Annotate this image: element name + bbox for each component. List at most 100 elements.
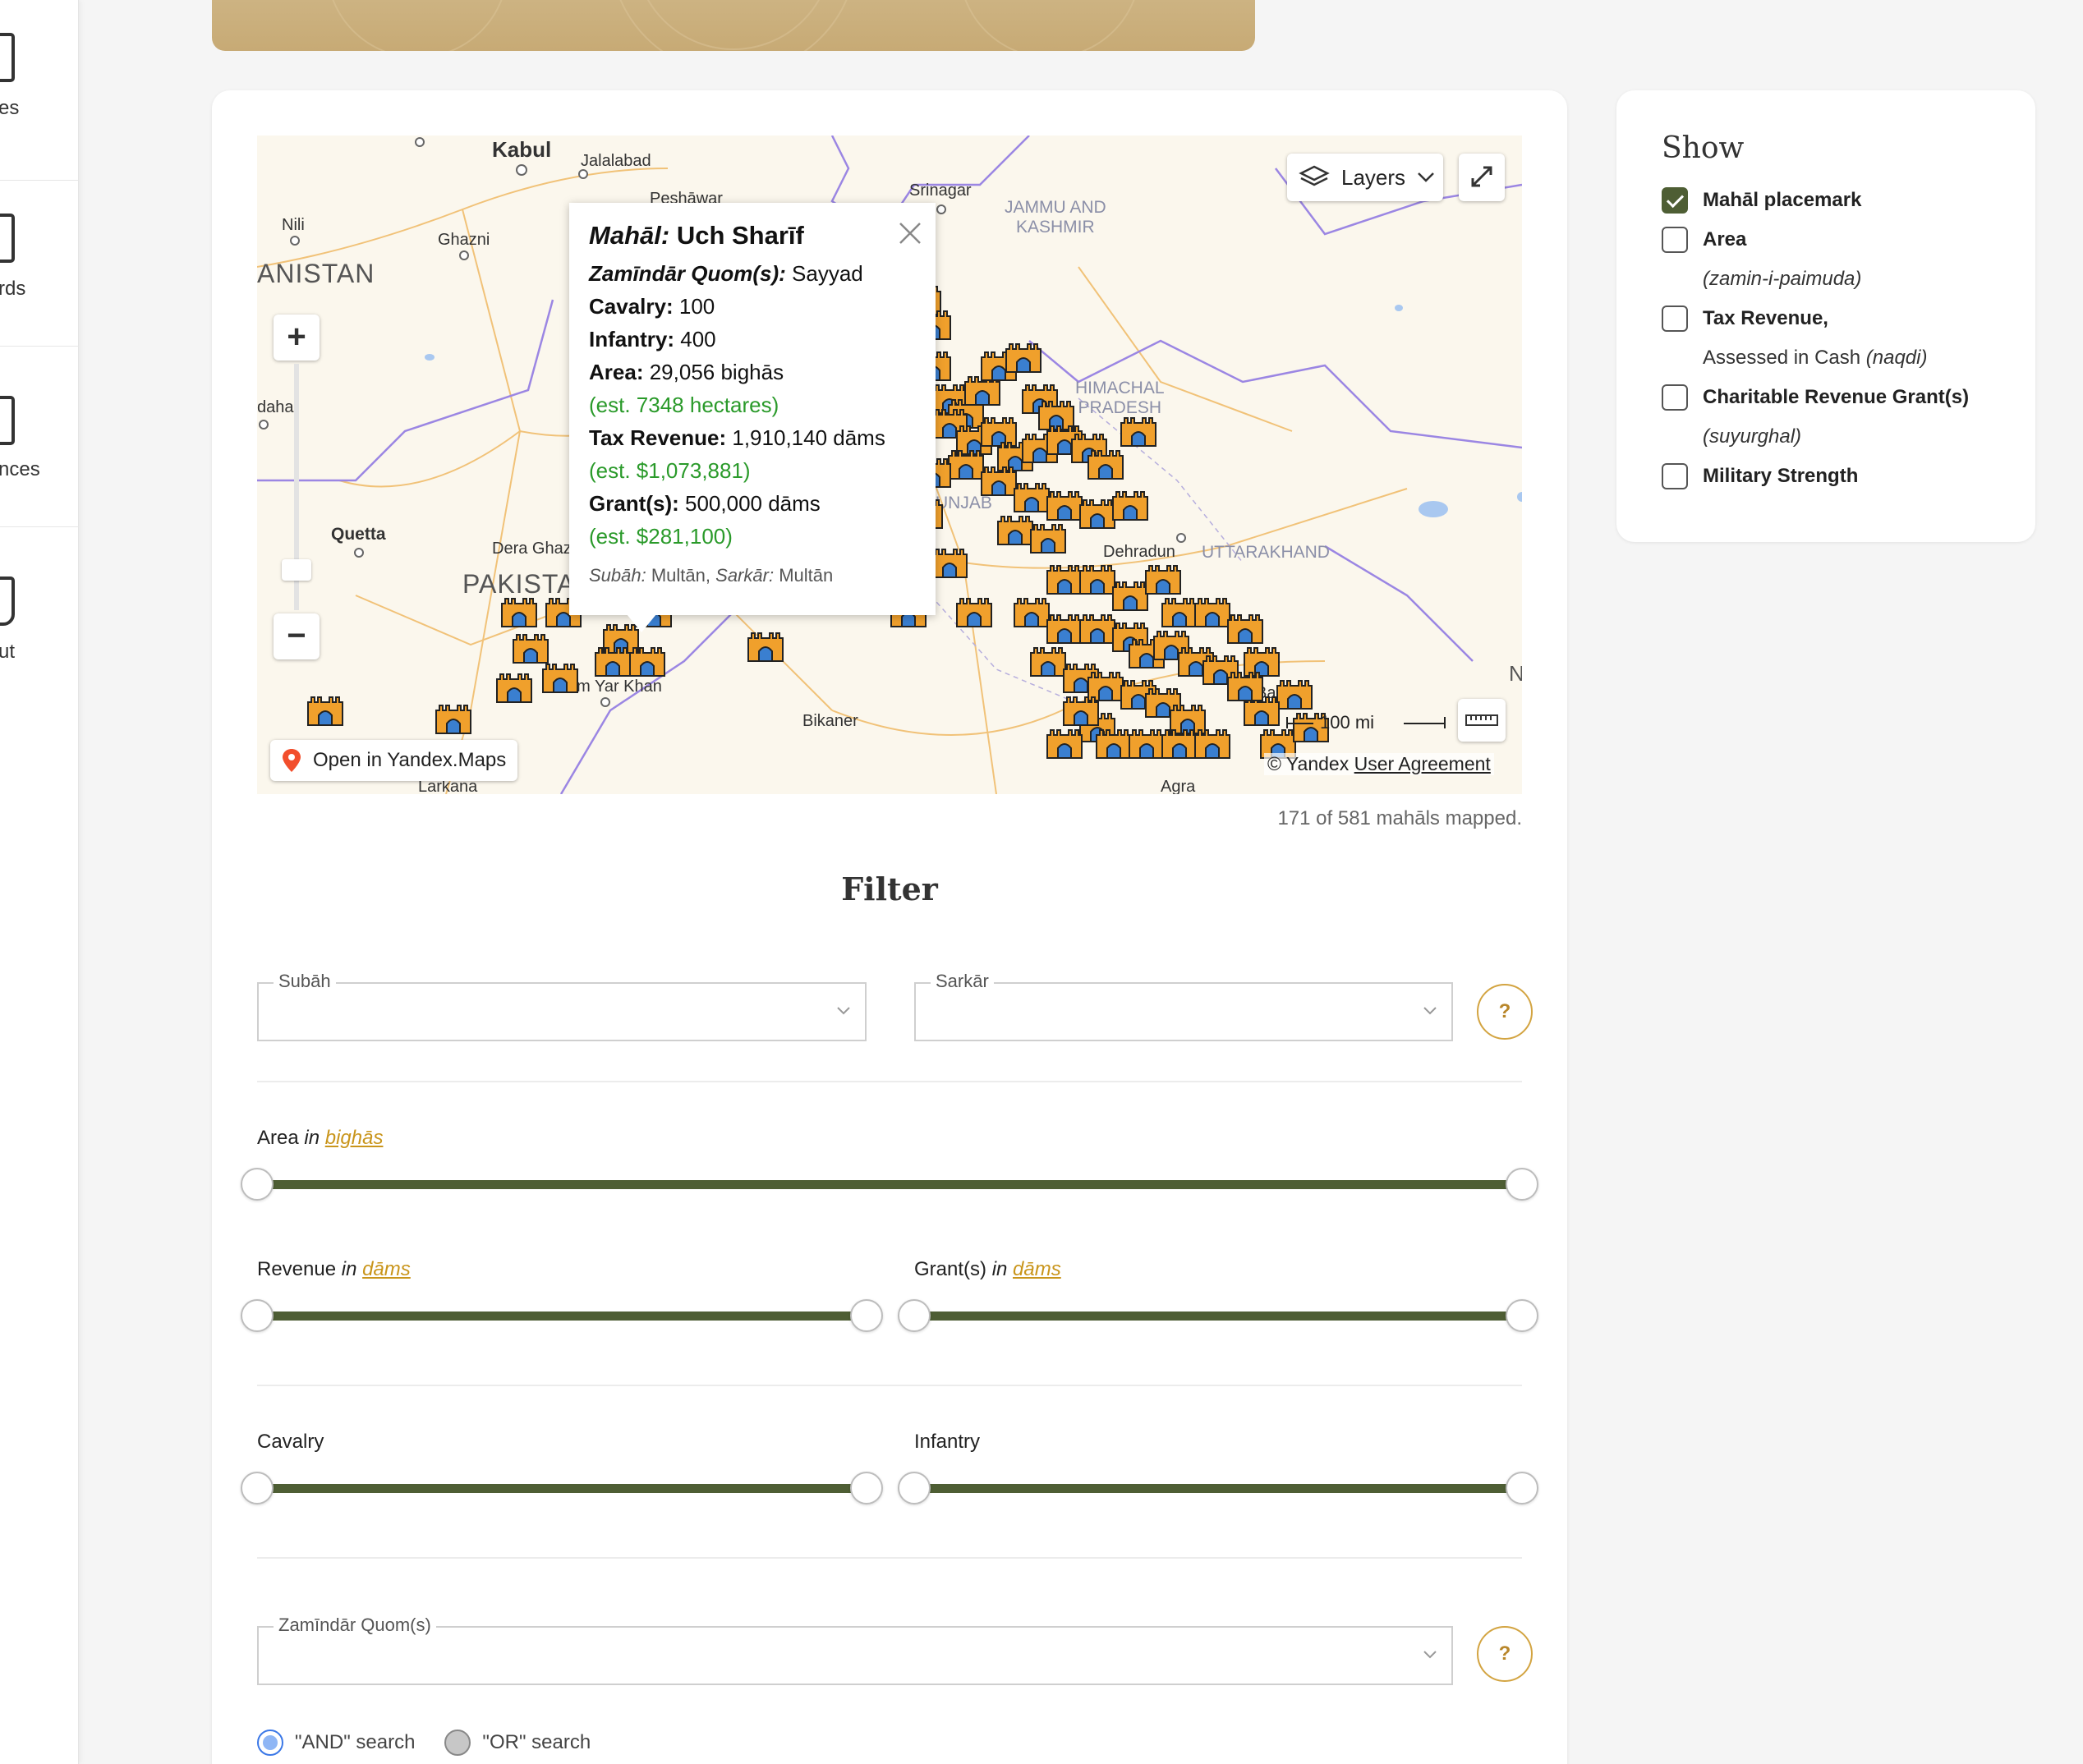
mahal-placemark[interactable] [931,546,968,579]
checkbox[interactable] [1662,305,1688,332]
bighas-link[interactable]: bighās [325,1127,384,1149]
show-tax-revenue[interactable]: Tax Revenue, [1662,305,1828,332]
mahal-placemark[interactable] [1276,678,1313,710]
mahal-placemark[interactable] [747,630,784,663]
slider-max-handle[interactable] [1506,1299,1538,1332]
ruler-button[interactable] [1458,699,1506,742]
mahal-placemark[interactable] [1226,612,1264,645]
or-search-label: "OR" search [482,1731,591,1753]
slider-max-handle[interactable] [1506,1472,1538,1504]
slider-min-handle[interactable] [898,1472,931,1504]
map[interactable]: Kabul Jalalabad Peshāwar Srinagar JAMMU … [257,136,1522,794]
slider-min-handle[interactable] [241,1168,274,1201]
book-icon [0,396,15,445]
subah-value: Multān, [651,565,711,586]
map-label-uttarakhand: UTTARAKHAND [1202,543,1330,562]
list-icon [0,214,15,263]
map-label-afghanistan: ANISTAN [257,259,375,288]
checkbox[interactable] [1662,463,1688,489]
left-nav: es rds nces ut [0,0,79,1764]
balloon-title-prefix: Mahāl: [589,221,670,250]
zamindar-help-button[interactable]: ? [1477,1626,1533,1682]
checkbox[interactable] [1662,384,1688,411]
zamindar-select[interactable]: Zamīndār Quom(s) [257,1615,1453,1685]
slider-max-handle[interactable] [1506,1168,1538,1201]
map-label-himachal: HIMACHAL PRADESH [1075,379,1165,417]
mahal-placemark[interactable] [955,595,993,628]
grants-slider[interactable] [898,1299,1538,1332]
map-label-jammu-kashmir: JAMMU AND KASHMIR [1005,198,1106,237]
balloon-area: Area: 29,056 bighās [589,356,916,388]
balloon-grant: Grant(s): 500,000 dāms [589,487,916,520]
mahal-placemark[interactable] [1005,341,1042,374]
nav-item-3[interactable]: nces [0,347,79,527]
layers-button[interactable]: Layers [1287,154,1443,201]
revenue-slider[interactable] [241,1299,883,1332]
slider-max-handle[interactable] [850,1299,883,1332]
revenue-slider-label: Revenue in dāms [257,1258,411,1280]
show-mahal-placemark[interactable]: Mahāl placemark [1662,187,1861,214]
show-military-strength[interactable]: Military Strength [1662,463,1858,489]
fullscreen-button[interactable] [1459,154,1505,201]
show-area[interactable]: Area [1662,227,1746,253]
map-label-dera: Dera Ghaz [492,540,572,558]
mahal-placemark[interactable] [1046,727,1083,760]
balloon-tax-estimate: (est. $1,073,881) [589,458,751,483]
cavalry-slider[interactable] [241,1472,883,1504]
close-icon[interactable] [896,219,924,247]
mahal-placemark[interactable] [1193,727,1231,760]
nav-item-1[interactable]: es [0,0,79,181]
mahal-placemark[interactable] [495,671,533,704]
mahal-placemark[interactable] [541,661,579,694]
infantry-slider[interactable] [898,1472,1538,1504]
mahal-placemark[interactable] [1062,694,1100,727]
location-help-button[interactable]: ? [1477,984,1533,1040]
subah-select[interactable]: Subāh [257,971,867,1041]
show-charitable-grants-sub: (suyurghal) [1703,425,1802,448]
balloon-tail [627,614,656,632]
or-search-radio[interactable] [444,1730,471,1756]
checkbox-checked[interactable] [1662,187,1688,214]
grant-label: Grant(s): [589,491,679,516]
and-search-radio[interactable] [257,1730,283,1756]
slider-min-handle[interactable] [241,1472,274,1504]
mahal-placemark[interactable] [512,632,549,664]
area-slider[interactable] [241,1168,1538,1201]
slider-max-handle[interactable] [850,1472,883,1504]
zoom-out-button[interactable]: − [274,613,320,659]
open-in-yandex-button[interactable]: Open in Yandex.Maps [270,740,518,781]
nav-item-2[interactable]: rds [0,166,79,347]
mahal-placemark[interactable] [594,645,632,678]
dams-link[interactable]: dāms [362,1258,411,1280]
mahal-placemark[interactable] [1087,448,1124,480]
mahal-placemark[interactable] [1111,489,1149,521]
mahal-placemark[interactable] [1226,669,1264,702]
nav-item-4[interactable]: ut [0,527,79,708]
show-item-label: Charitable Revenue Grant(s) [1703,386,1970,408]
zamindar-value: Sayyad [792,261,863,286]
layers-icon [1299,165,1330,186]
sarkar-select[interactable]: Sarkār [914,971,1453,1041]
ruler-icon [1465,714,1498,726]
zoom-slider[interactable] [282,364,311,610]
dams-link[interactable]: dāms [1013,1258,1061,1280]
mahal-placemark[interactable] [500,595,538,628]
mahal-placemark[interactable] [1029,521,1067,554]
user-agreement-link[interactable]: User Agreement [1354,753,1491,774]
checkbox[interactable] [1662,227,1688,253]
slider-min-handle[interactable] [241,1299,274,1332]
nav-item-label: nces [0,458,40,480]
slider-track [257,1484,867,1493]
mahal-placemark[interactable] [435,702,472,735]
show-item-label: Mahāl placemark [1703,189,1862,211]
mahal-placemark[interactable] [1120,415,1157,448]
nav-item-label: ut [0,641,16,663]
zoom-in-button[interactable]: + [274,315,320,361]
zoom-handle[interactable] [282,559,311,581]
mahal-placemark[interactable] [306,694,344,727]
show-charitable-grants[interactable]: Charitable Revenue Grant(s) [1662,384,1969,411]
mahal-placemark[interactable] [628,645,666,678]
map-label-ghazni: Ghazni [438,231,490,249]
mahal-placemark[interactable] [1144,563,1182,595]
slider-min-handle[interactable] [898,1299,931,1332]
